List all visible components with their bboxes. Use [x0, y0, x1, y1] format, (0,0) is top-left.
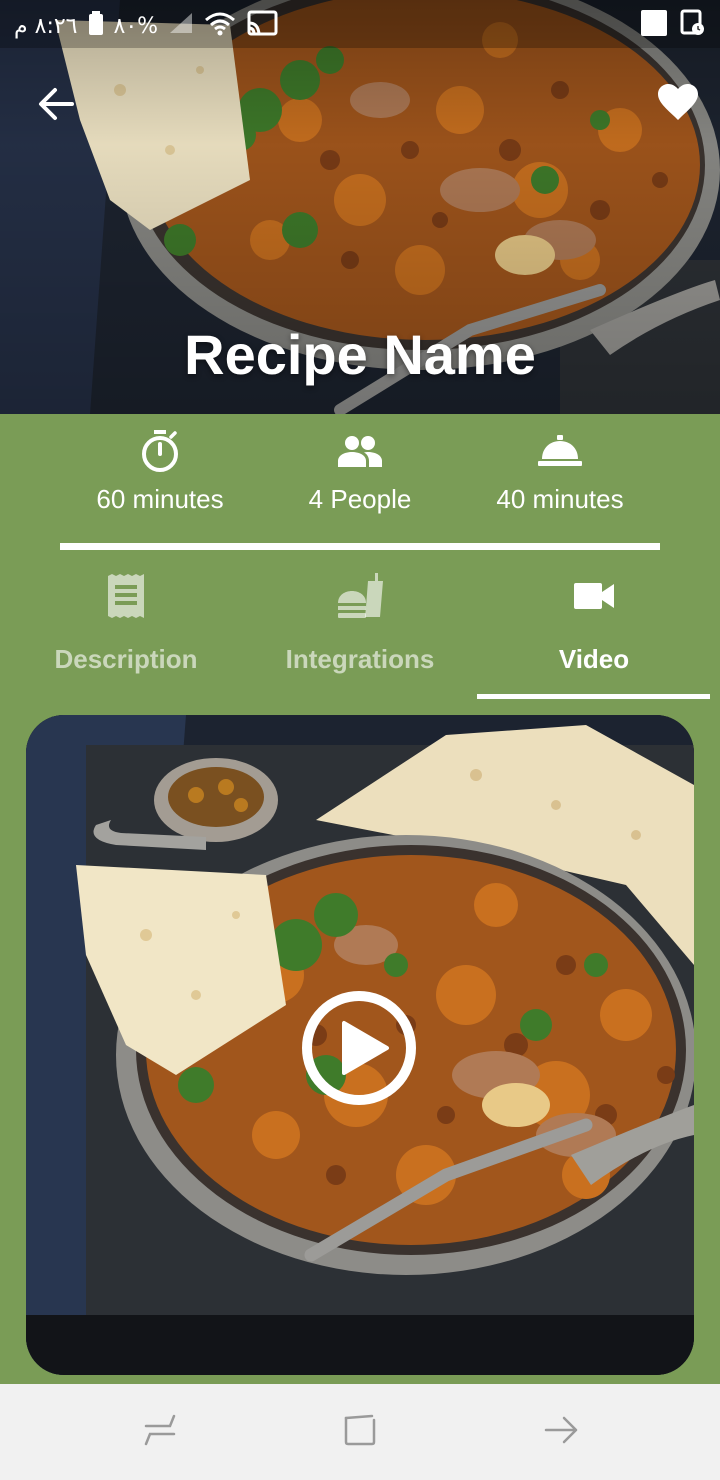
back-icon [544, 1412, 580, 1453]
receipt-icon [107, 573, 145, 623]
system-nav-bar [0, 1384, 720, 1480]
clock-notification-icon [680, 9, 706, 43]
cast-icon [246, 10, 278, 42]
recents-icon [142, 1412, 178, 1453]
battery-percent: %٨٠ [113, 13, 159, 39]
active-tab-indicator [477, 694, 710, 699]
tab-integrations[interactable]: Integrations [243, 570, 477, 700]
home-icon [342, 1412, 378, 1453]
play-circle-icon [302, 990, 416, 1110]
favorite-button[interactable] [654, 80, 702, 128]
room-service-bell-icon [538, 434, 582, 472]
play-button[interactable] [302, 990, 416, 1110]
info-servings-label: 4 People [308, 484, 412, 514]
info-serve-time-label: 40 minutes [496, 484, 624, 514]
fastfood-icon [337, 572, 383, 624]
info-serve-time: 40 minutes [460, 430, 660, 515]
timer-icon [140, 429, 180, 477]
arrow-left-icon [38, 87, 74, 126]
square-notification-icon [640, 9, 668, 43]
info-cook-time-label: 60 minutes [96, 484, 224, 514]
tab-video-label: Video [558, 644, 630, 674]
recipe-info-row: 60 minutes 4 People 40 minutes [0, 429, 720, 530]
tab-description-label: Description [54, 644, 198, 674]
tab-description[interactable]: Description [9, 570, 243, 700]
videocam-icon [574, 582, 614, 614]
info-divider [60, 543, 660, 550]
tab-integrations-label: Integrations [285, 644, 435, 674]
battery-icon [88, 11, 104, 41]
recents-button[interactable] [140, 1412, 180, 1452]
back-nav-button[interactable] [542, 1412, 582, 1452]
tab-video[interactable]: Video [477, 570, 711, 700]
hero-image: ٨:٢٦ م %٨٠ Recipe Name [0, 0, 720, 414]
people-icon [337, 435, 383, 472]
recipe-detail-screen: ٨:٢٦ م %٨٠ Recipe Name 60 minutes 4 Peop… [0, 0, 720, 1480]
info-cook-time: 60 minutes [60, 429, 260, 515]
signal-icon [168, 11, 194, 41]
wifi-icon [204, 10, 236, 42]
recipe-title: Recipe Name [184, 323, 536, 386]
home-button[interactable] [340, 1412, 380, 1452]
info-servings: 4 People [260, 430, 460, 515]
status-bar: ٨:٢٦ م %٨٠ [0, 0, 720, 48]
tab-bar: Description Integrations Video [0, 570, 720, 700]
back-button[interactable] [30, 80, 82, 132]
status-time: ٨:٢٦ م [14, 13, 78, 39]
heart-icon [657, 83, 699, 126]
video-player[interactable] [26, 715, 694, 1375]
